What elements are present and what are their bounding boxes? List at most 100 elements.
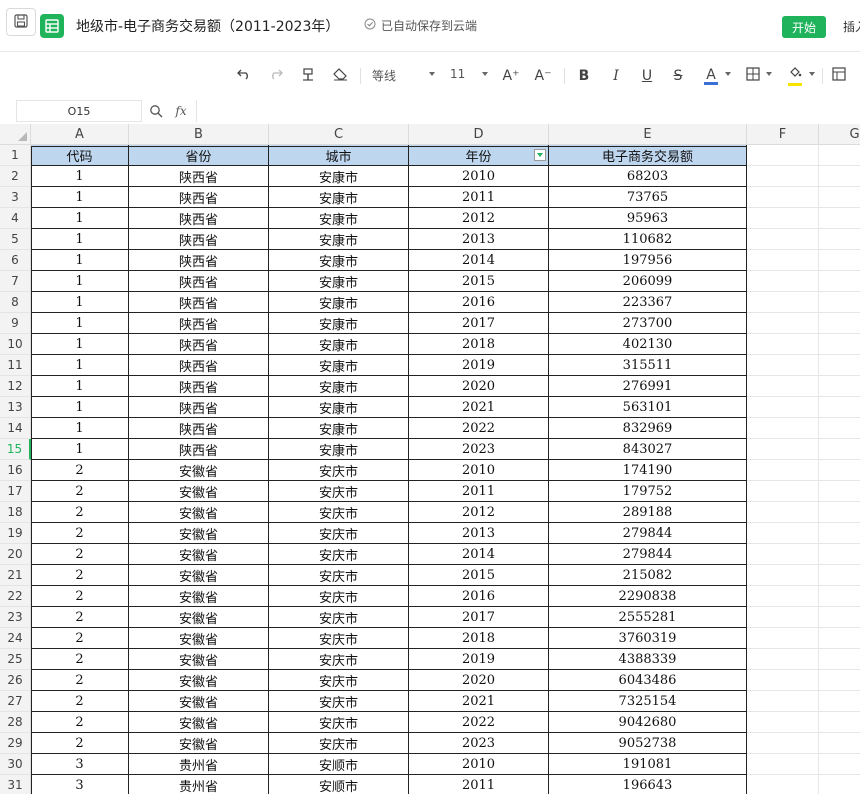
empty-cell[interactable] — [747, 628, 819, 649]
row-header[interactable]: 11 — [0, 355, 31, 376]
start-tab-button[interactable]: 开始 — [782, 16, 826, 38]
row-header[interactable]: 2 — [0, 166, 31, 187]
table-cell[interactable]: 1 — [31, 439, 129, 460]
table-cell[interactable]: 3 — [31, 754, 129, 775]
zoom-search-icon[interactable] — [147, 102, 165, 120]
empty-cell[interactable] — [747, 649, 819, 670]
chevron-down-icon[interactable] — [809, 72, 815, 76]
table-cell[interactable]: 安康市 — [269, 397, 409, 418]
format-painter-button[interactable] — [298, 66, 318, 86]
table-cell[interactable]: 2016 — [409, 586, 549, 607]
empty-cell[interactable] — [819, 439, 860, 460]
strikethrough-button[interactable]: S — [668, 66, 688, 86]
table-cell[interactable]: 273700 — [549, 313, 747, 334]
table-cell[interactable]: 安徽省 — [129, 565, 269, 586]
table-cell[interactable]: 安康市 — [269, 418, 409, 439]
table-cell[interactable]: 2 — [31, 628, 129, 649]
table-cell[interactable]: 安康市 — [269, 208, 409, 229]
column-header-g[interactable]: G — [819, 124, 860, 145]
table-cell[interactable]: 2019 — [409, 355, 549, 376]
table-cell[interactable]: 2017 — [409, 607, 549, 628]
table-cell[interactable]: 安庆市 — [269, 523, 409, 544]
table-cell[interactable]: 1 — [31, 250, 129, 271]
table-cell[interactable]: 3 — [31, 775, 129, 794]
table-cell[interactable]: 279844 — [549, 544, 747, 565]
table-cell[interactable]: 832969 — [549, 418, 747, 439]
table-cell[interactable]: 陕西省 — [129, 313, 269, 334]
table-cell[interactable]: 9042680 — [549, 712, 747, 733]
empty-cell[interactable] — [747, 523, 819, 544]
empty-cell[interactable] — [819, 313, 860, 334]
empty-cell[interactable] — [747, 733, 819, 754]
table-cell[interactable]: 4388339 — [549, 649, 747, 670]
table-cell[interactable]: 1 — [31, 166, 129, 187]
table-cell[interactable]: 2014 — [409, 544, 549, 565]
row-header[interactable]: 16 — [0, 460, 31, 481]
empty-cell[interactable] — [819, 229, 860, 250]
row-header[interactable]: 10 — [0, 334, 31, 355]
table-cell[interactable]: 安康市 — [269, 271, 409, 292]
table-cell[interactable]: 陕西省 — [129, 418, 269, 439]
table-cell[interactable]: 安庆市 — [269, 481, 409, 502]
document-title[interactable]: 地级市-电子商务交易额（2011-2023年） — [76, 16, 339, 36]
table-cell[interactable]: 110682 — [549, 229, 747, 250]
empty-cell[interactable] — [747, 607, 819, 628]
formula-input[interactable] — [196, 100, 860, 122]
empty-cell[interactable] — [747, 460, 819, 481]
table-cell[interactable]: 276991 — [549, 376, 747, 397]
table-cell[interactable]: 1 — [31, 313, 129, 334]
table-cell[interactable]: 陕西省 — [129, 166, 269, 187]
row-header[interactable]: 21 — [0, 565, 31, 586]
table-cell[interactable]: 2015 — [409, 271, 549, 292]
empty-cell[interactable] — [819, 607, 860, 628]
table-cell[interactable]: 7325154 — [549, 691, 747, 712]
empty-cell[interactable] — [819, 544, 860, 565]
empty-cell[interactable] — [747, 565, 819, 586]
row-header[interactable]: 28 — [0, 712, 31, 733]
empty-cell[interactable] — [747, 271, 819, 292]
table-cell[interactable]: 2020 — [409, 670, 549, 691]
table-cell[interactable]: 陕西省 — [129, 271, 269, 292]
table-cell[interactable]: 安庆市 — [269, 607, 409, 628]
empty-cell[interactable] — [747, 229, 819, 250]
table-cell[interactable]: 563101 — [549, 397, 747, 418]
table-cell[interactable]: 206099 — [549, 271, 747, 292]
table-cell[interactable]: 安庆市 — [269, 733, 409, 754]
cell-format-button[interactable] — [830, 66, 848, 86]
empty-cell[interactable] — [819, 649, 860, 670]
bold-button[interactable]: B — [574, 66, 594, 86]
table-cell[interactable]: 3760319 — [549, 628, 747, 649]
table-cell[interactable]: 2 — [31, 691, 129, 712]
table-cell[interactable]: 2023 — [409, 733, 549, 754]
column-header-c[interactable]: C — [269, 124, 409, 145]
table-cell[interactable]: 1 — [31, 229, 129, 250]
empty-cell[interactable] — [747, 355, 819, 376]
row-header[interactable]: 27 — [0, 691, 31, 712]
table-cell[interactable]: 2 — [31, 565, 129, 586]
table-cell[interactable]: 安徽省 — [129, 649, 269, 670]
table-cell[interactable]: 6043486 — [549, 670, 747, 691]
row-header[interactable]: 5 — [0, 229, 31, 250]
empty-cell[interactable] — [747, 187, 819, 208]
empty-cell[interactable] — [819, 376, 860, 397]
table-cell[interactable]: 安康市 — [269, 355, 409, 376]
table-cell[interactable]: 1 — [31, 292, 129, 313]
table-header-cell[interactable]: 年份 — [409, 145, 549, 166]
row-header[interactable]: 13 — [0, 397, 31, 418]
empty-cell[interactable] — [819, 691, 860, 712]
table-header-cell[interactable]: 电子商务交易额 — [549, 145, 747, 166]
table-cell[interactable]: 陕西省 — [129, 397, 269, 418]
table-cell[interactable]: 2013 — [409, 523, 549, 544]
row-header[interactable]: 29 — [0, 733, 31, 754]
table-cell[interactable]: 2011 — [409, 187, 549, 208]
empty-cell[interactable] — [819, 397, 860, 418]
row-header[interactable]: 23 — [0, 607, 31, 628]
table-cell[interactable]: 陕西省 — [129, 250, 269, 271]
table-cell[interactable]: 2010 — [409, 460, 549, 481]
table-cell[interactable]: 安康市 — [269, 250, 409, 271]
empty-cell[interactable] — [819, 208, 860, 229]
table-cell[interactable]: 安庆市 — [269, 670, 409, 691]
column-header-b[interactable]: B — [129, 124, 269, 145]
empty-cell[interactable] — [747, 376, 819, 397]
empty-cell[interactable] — [747, 502, 819, 523]
